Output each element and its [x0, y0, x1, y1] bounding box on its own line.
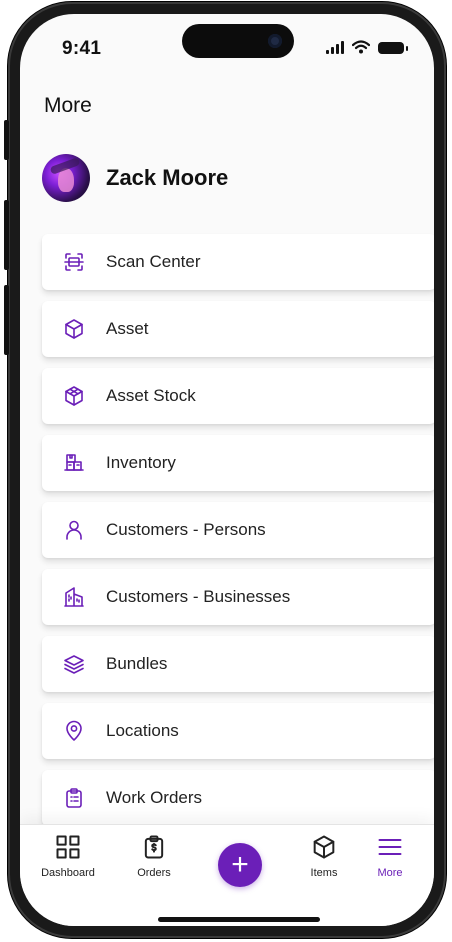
- location-pin-icon: [60, 717, 88, 745]
- menu-item-label: Customers - Persons: [106, 520, 266, 539]
- menu-item-asset[interactable]: Asset: [42, 301, 434, 357]
- menu-item-customers-businesses[interactable]: Customers - Businesses: [42, 569, 434, 625]
- menu-item-work-orders[interactable]: Work Orders: [42, 770, 434, 826]
- box-icon: [60, 315, 88, 343]
- dynamic-island: [182, 24, 294, 58]
- menu-item-scan-center[interactable]: Scan Center: [42, 234, 434, 290]
- menu-item-label: Customers - Businesses: [106, 587, 291, 606]
- camera-icon: [268, 34, 282, 48]
- layers-icon: [60, 650, 88, 678]
- add-button[interactable]: +: [218, 843, 262, 887]
- menu-item-label: Locations: [106, 721, 179, 740]
- volume-up-button: [4, 200, 9, 270]
- menu-item-bundles[interactable]: Bundles: [42, 636, 434, 692]
- menu-list: Scan Center Asset Asset Stock Inventory: [42, 234, 434, 837]
- menu-item-label: Bundles: [106, 654, 168, 673]
- wifi-icon: [352, 40, 370, 54]
- menu-item-label: Inventory: [106, 453, 176, 472]
- menu-item-inventory[interactable]: Inventory: [42, 435, 434, 491]
- clipboard-icon: [60, 784, 88, 812]
- orders-icon: [144, 835, 164, 859]
- avatar[interactable]: [42, 154, 90, 202]
- profile-row[interactable]: Zack Moore: [42, 154, 228, 202]
- cellular-signal-icon: [326, 40, 344, 54]
- nav-label: Items: [310, 867, 338, 879]
- menu-icon: [378, 839, 402, 855]
- menu-item-label: Work Orders: [106, 788, 203, 807]
- status-icons: [326, 40, 408, 54]
- menu-item-label: Asset: [106, 319, 149, 338]
- page-title: More: [44, 94, 92, 117]
- dashboard-icon: [56, 835, 80, 859]
- battery-icon: [378, 42, 408, 54]
- menu-item-customers-persons[interactable]: Customers - Persons: [42, 502, 434, 558]
- nav-orders[interactable]: Orders: [118, 833, 190, 879]
- scan-icon: [60, 248, 88, 276]
- person-icon: [60, 516, 88, 544]
- box-icon: [313, 835, 335, 859]
- menu-item-label: Scan Center: [106, 252, 201, 271]
- nav-more[interactable]: More: [354, 833, 426, 879]
- building-icon: [60, 583, 88, 611]
- status-time: 9:41: [62, 38, 102, 59]
- volume-down-button: [4, 285, 9, 355]
- action-button: [4, 120, 9, 160]
- bottom-nav: Dashboard Orders + Items More: [20, 824, 434, 926]
- nav-items[interactable]: Items: [288, 833, 360, 879]
- screen: 9:41 More Zack Moore Scan Center Asset A…: [20, 14, 434, 926]
- nav-label: Dashboard: [41, 867, 95, 879]
- nav-label: More: [377, 867, 403, 879]
- nav-label: Orders: [137, 867, 171, 879]
- menu-item-label: Asset Stock: [106, 386, 196, 405]
- boxes-icon: [60, 382, 88, 410]
- home-indicator: [158, 917, 320, 922]
- inventory-icon: [60, 449, 88, 477]
- nav-dashboard[interactable]: Dashboard: [32, 833, 104, 879]
- profile-name: Zack Moore: [106, 165, 229, 190]
- menu-item-asset-stock[interactable]: Asset Stock: [42, 368, 434, 424]
- status-bar: 9:41: [20, 14, 434, 76]
- menu-item-locations[interactable]: Locations: [42, 703, 434, 759]
